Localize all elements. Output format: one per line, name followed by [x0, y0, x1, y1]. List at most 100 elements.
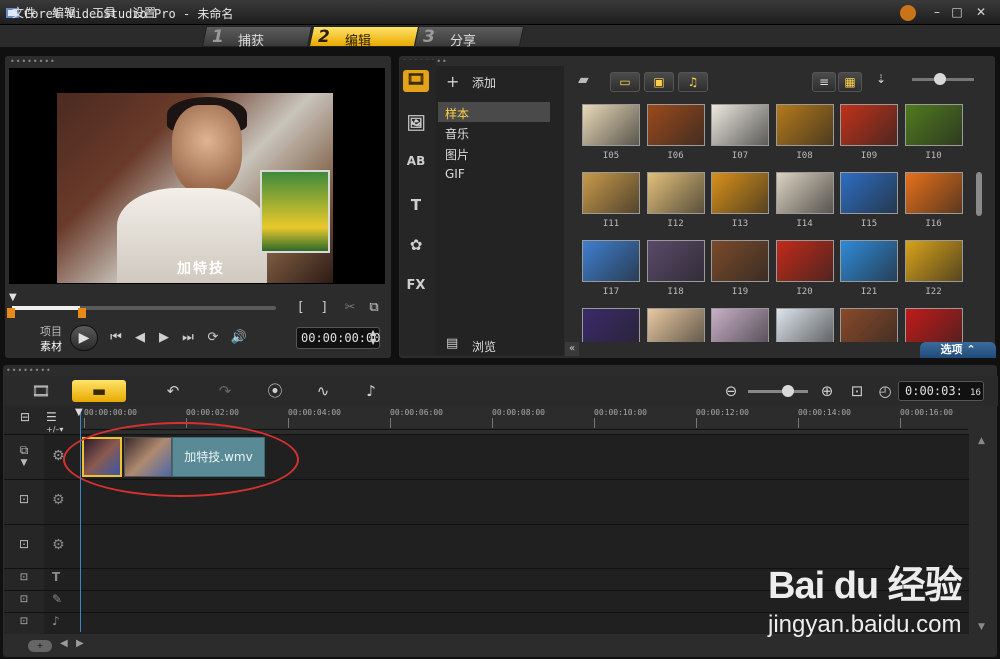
mark-in-button[interactable]: [: [295, 300, 307, 315]
split-clip-icon[interactable]: ✂: [342, 300, 358, 315]
track-manager-icon[interactable]: ⊟: [20, 410, 30, 424]
previous-frame-button[interactable]: ◀: [132, 330, 148, 345]
play-button[interactable]: ▶: [70, 325, 98, 351]
storyboard-view-icon[interactable]: 🎞: [28, 380, 54, 402]
overlay-category-icon[interactable]: AB: [403, 154, 429, 176]
browse-label[interactable]: 浏览: [472, 338, 496, 355]
title-category-icon[interactable]: T: [403, 196, 429, 218]
library-thumbnail[interactable]: [582, 240, 640, 282]
add-remove-chapter-icon[interactable]: +/–▾: [46, 425, 63, 434]
library-thumbnail[interactable]: [904, 104, 963, 146]
overlay-track2-lock-icon[interactable]: ⊡: [4, 537, 44, 551]
end-button[interactable]: ⏭: [180, 330, 196, 345]
add-folder-label[interactable]: 添加: [472, 74, 496, 91]
help-icon[interactable]: [900, 5, 916, 21]
add-folder-icon[interactable]: +: [446, 72, 459, 91]
library-thumbnail[interactable]: [711, 308, 769, 342]
home-button[interactable]: ⏮: [108, 330, 124, 345]
options-button[interactable]: 选项 ⌃: [920, 342, 996, 358]
mode-clip[interactable]: 素材: [40, 338, 62, 354]
transition-category-icon[interactable]: 🖼: [403, 114, 429, 136]
duration-clock-icon[interactable]: ◴: [872, 380, 898, 402]
library-thumbnail[interactable]: [646, 104, 705, 146]
library-thumbnail[interactable]: [646, 172, 705, 214]
repeat-button[interactable]: ⟳: [204, 330, 222, 345]
video-track-icon[interactable]: ⧉: [4, 443, 44, 458]
timeline-view-icon[interactable]: ▬: [72, 380, 126, 402]
add-track-button[interactable]: +: [28, 640, 52, 652]
show-audio-button[interactable]: ♫: [678, 72, 708, 92]
mark-out-button[interactable]: ]: [318, 300, 330, 315]
overlay-track-lock-icon[interactable]: ⊡: [4, 492, 44, 506]
close-button[interactable]: ✕: [972, 4, 990, 20]
library-thumbnail[interactable]: [904, 308, 963, 342]
sort-icon[interactable]: ⇣: [876, 72, 896, 92]
zoom-slider-knob[interactable]: [782, 385, 794, 397]
library-thumbnail[interactable]: [775, 172, 834, 214]
scroll-right-icon[interactable]: ▶: [76, 638, 84, 649]
menu-settings[interactable]: 设置: [132, 4, 156, 21]
folder-images[interactable]: 图片: [445, 146, 469, 163]
zoom-slider[interactable]: [748, 390, 808, 393]
music-track-icon[interactable]: ⊡: [4, 616, 44, 627]
auto-music-icon[interactable]: ♪: [358, 380, 384, 402]
undo-icon[interactable]: ↶: [160, 380, 186, 402]
open-folder-icon[interactable]: ▰: [578, 72, 598, 88]
chapter-list-icon[interactable]: ☰: [46, 410, 57, 424]
library-thumbnail[interactable]: [646, 240, 705, 282]
record-capture-icon[interactable]: ⦿: [262, 380, 288, 402]
show-photo-button[interactable]: ▣: [644, 72, 674, 92]
library-thumbnail[interactable]: [840, 240, 898, 282]
scroll-left-icon[interactable]: ◀: [60, 638, 68, 649]
library-thumbnail[interactable]: [711, 104, 769, 146]
library-thumbnail[interactable]: [582, 172, 640, 214]
library-thumbnail[interactable]: [582, 104, 640, 146]
timeline-scroll-up[interactable]: ▲: [978, 436, 985, 446]
graphic-category-icon[interactable]: ✿: [403, 236, 429, 258]
menu-file[interactable]: 文件: [12, 4, 36, 21]
fit-project-icon[interactable]: ⊡: [844, 380, 870, 402]
library-thumbnail[interactable]: [840, 172, 898, 214]
minimize-button[interactable]: –: [928, 4, 946, 20]
timeline-scroll-down[interactable]: ▼: [978, 622, 985, 632]
voice-track-icon[interactable]: ⊡: [4, 594, 44, 605]
zoom-in-icon[interactable]: ⊕: [814, 380, 840, 402]
library-thumbnail[interactable]: [840, 104, 898, 146]
scrub-handle-top[interactable]: ▼: [9, 292, 17, 303]
thumb-size-slider-knob[interactable]: [934, 73, 946, 85]
library-thumbnail[interactable]: [775, 240, 834, 282]
next-frame-button[interactable]: ▶: [156, 330, 172, 345]
library-scrollbar[interactable]: [976, 172, 982, 216]
folder-music[interactable]: 音乐: [445, 125, 469, 142]
sound-mixer-icon[interactable]: ∿: [310, 380, 336, 402]
folder-samples[interactable]: 样本: [445, 105, 469, 122]
thumbnail-view-button[interactable]: ▦: [838, 72, 862, 92]
library-thumbnail[interactable]: [904, 240, 963, 282]
menu-edit[interactable]: 编辑: [52, 4, 76, 21]
trim-in-handle[interactable]: [7, 308, 15, 318]
player-timecode[interactable]: 00:00:00:00: [296, 327, 380, 349]
media-category-icon[interactable]: 🎞: [403, 70, 429, 92]
zoom-out-icon[interactable]: ⊖: [718, 380, 744, 402]
expand-track-icon[interactable]: ▼: [4, 458, 44, 468]
library-thumbnail[interactable]: [775, 104, 834, 146]
show-video-button[interactable]: ▭: [610, 72, 640, 92]
library-thumbnail[interactable]: [840, 308, 898, 342]
enlarge-icon[interactable]: ⧉: [366, 300, 382, 315]
trim-out-handle[interactable]: [78, 308, 86, 318]
timeline-timecode[interactable]: 0:00:03: 16: [898, 381, 984, 401]
list-view-button[interactable]: ≡: [812, 72, 836, 92]
redo-icon[interactable]: ↷: [212, 380, 238, 402]
mode-project[interactable]: 项目: [40, 323, 62, 339]
title-track-icon[interactable]: ⊡: [4, 572, 44, 583]
folder-gif[interactable]: GIF: [445, 167, 465, 181]
filter-category-icon[interactable]: FX: [403, 278, 429, 300]
playhead-marker[interactable]: ▼: [75, 407, 83, 418]
library-thumbnail[interactable]: [646, 308, 705, 342]
menu-tools[interactable]: 工具: [92, 4, 116, 21]
library-thumbnail[interactable]: [904, 172, 963, 214]
library-thumbnail[interactable]: [582, 308, 640, 342]
collapse-library-button[interactable]: «: [565, 342, 579, 356]
library-thumbnail[interactable]: [711, 172, 769, 214]
library-thumbnail[interactable]: [711, 240, 769, 282]
